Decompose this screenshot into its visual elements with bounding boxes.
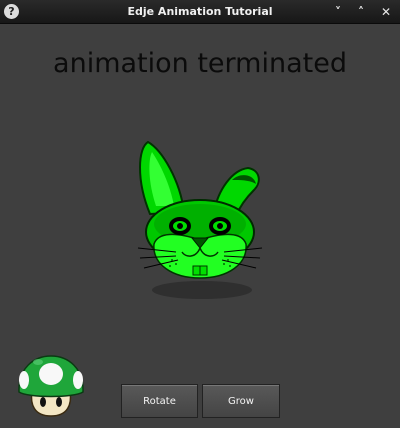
rotate-button[interactable]: Rotate [121, 384, 198, 418]
animation-status-text: animation terminated [53, 48, 347, 79]
close-icon[interactable]: ✕ [378, 4, 394, 20]
help-icon[interactable]: ? [4, 4, 19, 19]
grow-button[interactable]: Grow [202, 384, 280, 418]
minimize-icon[interactable]: ˅ [330, 4, 346, 20]
window-titlebar[interactable]: ? Edje Animation Tutorial ˅ ˄ ✕ [0, 0, 400, 24]
rabbit-icon [137, 140, 263, 299]
mushroom-icon [18, 355, 84, 417]
maximize-icon[interactable]: ˄ [353, 4, 369, 20]
